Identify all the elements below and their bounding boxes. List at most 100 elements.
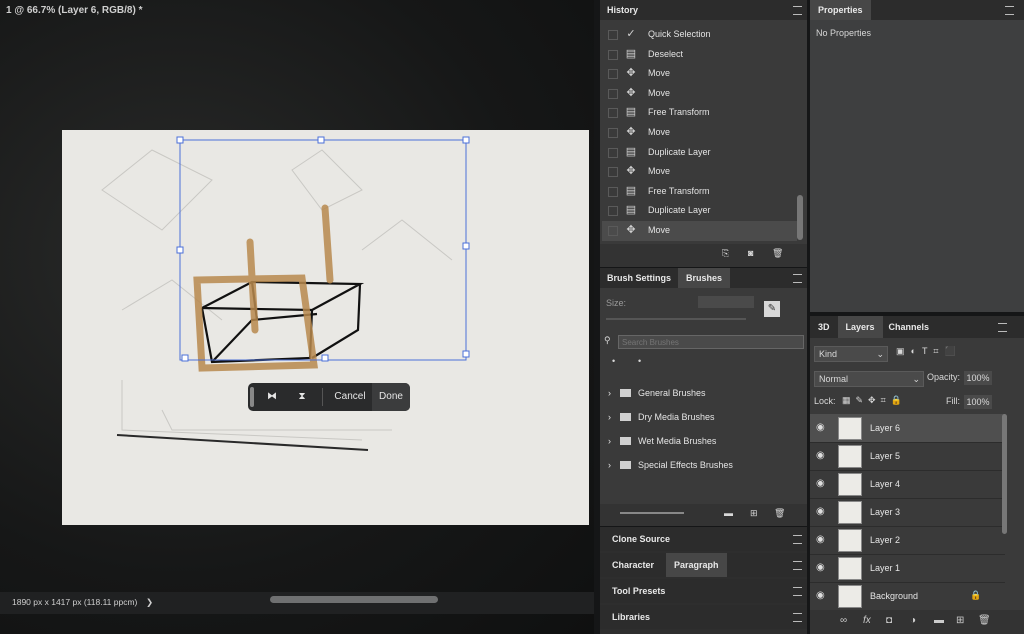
history-snapshot-checkbox[interactable]	[608, 128, 618, 138]
search-brushes-input[interactable]	[618, 335, 804, 349]
history-snapshot-checkbox[interactable]	[608, 108, 618, 119]
eye-icon[interactable]: ◉	[816, 506, 825, 517]
layer-row[interactable]: ◉ Layer 1	[810, 554, 1005, 583]
history-snapshot-checkbox[interactable]	[608, 186, 618, 197]
recent-brush-2[interactable]: •	[638, 356, 641, 366]
tab-brushes[interactable]: Brushes	[678, 268, 731, 288]
history-item[interactable]: ✥ Move	[602, 221, 797, 241]
horizontal-scrollbar[interactable]	[270, 596, 438, 603]
history-snapshot-checkbox[interactable]	[608, 69, 618, 80]
filter-kind-select[interactable]: Kind ⌄	[814, 346, 888, 362]
tab-character[interactable]: Character	[600, 553, 666, 577]
opacity-field[interactable]: 100%	[964, 371, 992, 385]
history-item[interactable]: ▤ Deselect	[602, 45, 797, 65]
character-menu-icon[interactable]	[793, 561, 802, 570]
layer-row[interactable]: ◉ Layer 5	[810, 442, 1005, 471]
tab-channels[interactable]: Channels	[883, 316, 936, 338]
tool-presets-panel[interactable]: Tool Presets	[600, 579, 807, 603]
new-snapshot-icon[interactable]: ⎘	[722, 248, 729, 259]
filter-icons[interactable]: ▣◐T⌗⬛	[896, 346, 962, 357]
history-item[interactable]: ▤ Duplicate Layer	[602, 143, 797, 163]
mask-icon[interactable]: ◘	[886, 615, 892, 626]
camera-icon[interactable]: ◙	[748, 248, 753, 258]
canvas-area[interactable]: 1 @ 66.7% (Layer 6, RGB/8) * ⧓ ⧗ Cancel …	[0, 0, 594, 634]
chevron-right-icon[interactable]: ›	[608, 429, 611, 453]
recent-brush-1[interactable]: •	[612, 356, 615, 366]
layer-row[interactable]: ◉ Layer 6	[810, 414, 1005, 443]
history-menu-icon[interactable]	[793, 6, 802, 15]
chevron-right-icon[interactable]: ›	[608, 453, 611, 477]
status-menu-arrow[interactable]: ❯	[146, 592, 153, 612]
brushes-menu-icon[interactable]	[793, 274, 802, 283]
brush-preview-slider[interactable]	[620, 512, 684, 514]
history-item[interactable]: ✥ Move	[602, 84, 797, 104]
chevron-right-icon[interactable]: ›	[608, 381, 611, 405]
done-button[interactable]: Done	[372, 383, 410, 411]
tab-layers[interactable]: Layers	[837, 316, 883, 338]
lock-icons[interactable]: ▦✎✥⌗🔒	[842, 395, 907, 406]
history-snapshot-checkbox[interactable]	[608, 206, 618, 217]
size-field[interactable]	[698, 296, 754, 308]
chevron-right-icon[interactable]: ›	[608, 405, 611, 429]
history-item[interactable]: ✥ Move	[602, 123, 797, 143]
eye-icon[interactable]: ◉	[816, 534, 825, 545]
eye-icon[interactable]: ◉	[816, 590, 825, 601]
layer-row[interactable]: ◉ Layer 2	[810, 526, 1005, 555]
link-icon[interactable]: ∞	[840, 615, 847, 626]
fx-icon[interactable]: fx	[863, 615, 871, 626]
folder-icon[interactable]: ▬	[724, 508, 733, 518]
brush-folder[interactable]: › Dry Media Brushes	[600, 405, 800, 429]
history-item[interactable]: ▤ Free Transform	[602, 103, 797, 123]
tool-presets-menu-icon[interactable]	[793, 587, 802, 596]
cancel-button[interactable]: Cancel	[328, 383, 372, 411]
tab-paragraph[interactable]: Paragraph	[666, 553, 727, 577]
flip-horizontal-icon[interactable]: ⧓	[260, 383, 284, 411]
tab-3d[interactable]: 3D	[810, 316, 838, 338]
history-snapshot-checkbox[interactable]	[608, 226, 618, 236]
trash-icon[interactable]: 🗑	[774, 508, 785, 519]
new-layer-icon[interactable]: ⊞	[956, 615, 964, 626]
clone-source-menu-icon[interactable]	[793, 535, 802, 544]
history-title[interactable]: History	[600, 5, 638, 15]
history-item[interactable]: ✥ Move	[602, 162, 797, 182]
eye-icon[interactable]: ◉	[816, 562, 825, 573]
adjustment-icon[interactable]: ◑	[910, 615, 916, 626]
brush-folder[interactable]: › Special Effects Brushes	[600, 453, 800, 477]
history-scrollbar[interactable]	[797, 195, 803, 240]
document-tab[interactable]: 1 @ 66.7% (Layer 6, RGB/8) *	[0, 0, 142, 22]
document-canvas[interactable]	[62, 130, 589, 525]
history-item[interactable]: ▤ Duplicate Layer	[602, 201, 797, 221]
fill-field[interactable]: 100%	[964, 395, 992, 409]
history-snapshot-checkbox[interactable]	[608, 30, 618, 40]
tab-brush-settings[interactable]: Brush Settings	[600, 268, 678, 288]
toolbar-grip[interactable]	[250, 387, 254, 407]
eye-icon[interactable]: ◉	[816, 422, 825, 433]
flip-vertical-icon[interactable]: ⧗	[290, 383, 314, 411]
layers-menu-icon[interactable]	[998, 323, 1007, 332]
history-snapshot-checkbox[interactable]	[608, 167, 618, 178]
trash-icon[interactable]: 🗑	[772, 248, 783, 259]
size-slider[interactable]	[606, 318, 746, 320]
new-icon[interactable]: ⊞	[750, 508, 758, 519]
layer-row[interactable]: ◉ Layer 4	[810, 470, 1005, 499]
properties-title[interactable]: Properties	[810, 0, 871, 20]
eye-icon[interactable]: ◉	[816, 450, 825, 461]
libraries-panel[interactable]: Libraries	[600, 605, 807, 629]
libraries-menu-icon[interactable]	[793, 613, 802, 622]
history-snapshot-checkbox[interactable]	[608, 147, 618, 158]
history-snapshot-checkbox[interactable]	[608, 49, 618, 60]
brush-folder[interactable]: › Wet Media Brushes	[600, 429, 800, 453]
layers-scrollbar[interactable]	[1002, 414, 1007, 534]
brush-folder[interactable]: › General Brushes	[600, 381, 800, 405]
blend-mode-select[interactable]: Normal ⌄	[814, 371, 924, 387]
properties-menu-icon[interactable]	[1005, 6, 1014, 15]
layer-background[interactable]: ◉ Background 🔒	[810, 582, 1005, 611]
new-brush-icon[interactable]: ✎	[764, 301, 780, 317]
folder-icon[interactable]: ▬	[934, 615, 944, 626]
history-snapshot-checkbox[interactable]	[608, 88, 618, 99]
trash-icon[interactable]: 🗑	[978, 615, 991, 626]
history-item[interactable]: ✓ Quick Selection	[602, 25, 797, 45]
clone-source-panel[interactable]: Clone Source	[600, 527, 807, 551]
eye-icon[interactable]: ◉	[816, 478, 825, 489]
layer-row[interactable]: ◉ Layer 3	[810, 498, 1005, 527]
